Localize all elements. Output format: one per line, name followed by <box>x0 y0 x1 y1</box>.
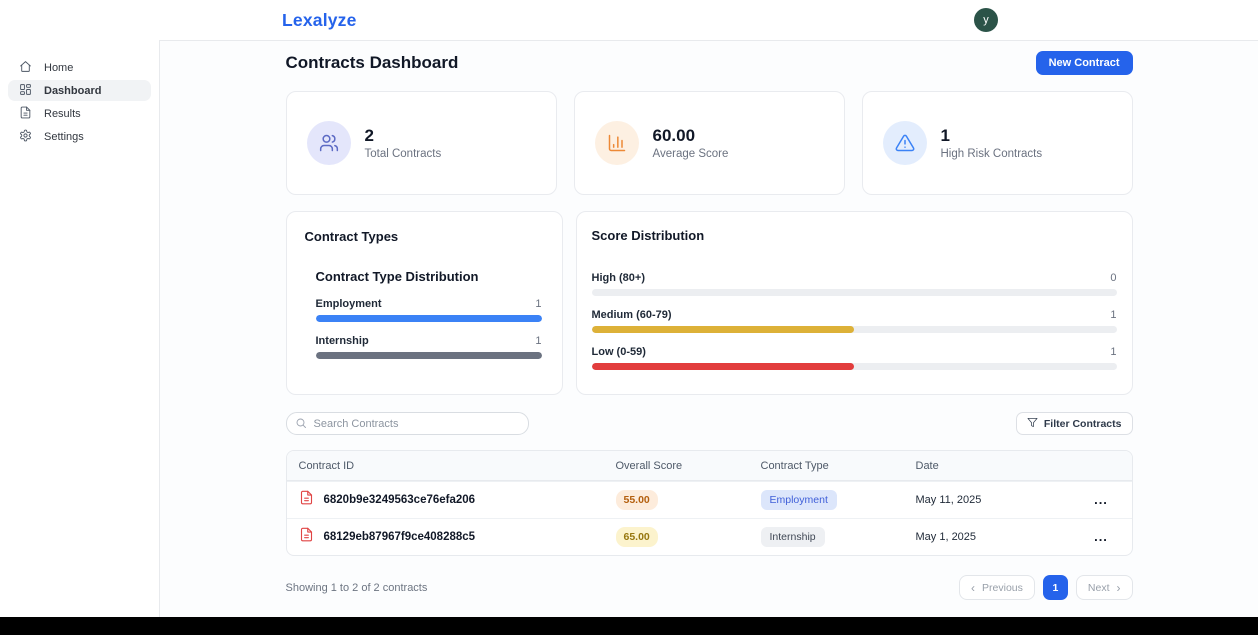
type-badge: Employment <box>761 490 837 510</box>
home-icon <box>19 60 32 76</box>
bar-row-internship: Internship 1 <box>316 335 542 359</box>
bar-track <box>316 352 542 359</box>
next-label: Next <box>1088 582 1110 594</box>
main-content: Contracts Dashboard New Contract 2 Total… <box>160 40 1258 617</box>
filter-contracts-button[interactable]: Filter Contracts <box>1016 412 1133 435</box>
bar-row-medium: Medium (60-79) 1 <box>592 309 1117 333</box>
column-header-overall-score: Overall Score <box>616 460 761 472</box>
previous-label: Previous <box>982 582 1023 594</box>
contract-id[interactable]: 6820b9e3249563ce76efa206 <box>324 494 476 506</box>
pagination: ‹ Previous 1 Next › <box>959 575 1132 600</box>
bar-value: 1 <box>535 298 541 310</box>
chevron-left-icon: ‹ <box>971 582 975 594</box>
contract-date: May 11, 2025 <box>916 494 1071 506</box>
bar-track <box>592 363 1117 370</box>
bar-label: Low (0-59) <box>592 346 646 358</box>
contract-file-icon <box>299 490 314 510</box>
new-contract-button[interactable]: New Contract <box>1036 51 1133 75</box>
bar-row-employment: Employment 1 <box>316 298 542 322</box>
column-header-date: Date <box>916 460 1071 472</box>
card-title: Contract Types <box>305 229 544 244</box>
bar-value: 1 <box>1110 309 1116 321</box>
dashboard-icon <box>19 83 32 99</box>
app-logo: Lexalyze <box>282 10 357 31</box>
bar-row-high: High (80+) 0 <box>592 272 1117 296</box>
type-badge: Internship <box>761 527 825 547</box>
bar-value: 0 <box>1110 272 1116 284</box>
sidebar-item-results[interactable]: Results <box>8 103 151 124</box>
filter-icon <box>1027 417 1038 431</box>
stat-card-high-risk: 1 High Risk Contracts <box>862 91 1133 195</box>
file-text-icon <box>19 106 32 122</box>
stat-label: High Risk Contracts <box>941 148 1043 160</box>
bar-label: High (80+) <box>592 272 645 284</box>
stat-value: 2 <box>365 126 442 146</box>
stat-label: Average Score <box>653 148 729 160</box>
chart-subtitle: Contract Type Distribution <box>316 269 542 284</box>
score-badge: 65.00 <box>616 527 658 547</box>
table-row[interactable]: 68129eb87967f9ce408288c5 65.00 Internshi… <box>287 518 1132 555</box>
card-title: Score Distribution <box>592 228 1117 243</box>
sidebar-item-label: Settings <box>44 131 84 143</box>
score-distribution-card: Score Distribution High (80+) 0 Medium (… <box>576 211 1133 395</box>
bar-track <box>316 315 542 322</box>
sidebar-item-dashboard[interactable]: Dashboard <box>8 80 151 101</box>
column-header-contract-id: Contract ID <box>287 460 616 472</box>
top-header: Lexalyze y <box>0 0 1258 40</box>
stat-card-total-contracts: 2 Total Contracts <box>286 91 557 195</box>
stat-card-average-score: 60.00 Average Score <box>574 91 845 195</box>
sidebar-item-home[interactable]: Home <box>8 57 151 78</box>
contract-date: May 1, 2025 <box>916 531 1071 543</box>
sidebar-item-label: Dashboard <box>44 85 101 97</box>
row-actions-menu-button[interactable]: ... <box>1094 530 1108 543</box>
contract-file-icon <box>299 527 314 547</box>
table-header: Contract ID Overall Score Contract Type … <box>287 451 1132 481</box>
filter-button-label: Filter Contracts <box>1044 418 1122 430</box>
page-title: Contracts Dashboard <box>286 53 459 73</box>
contract-id[interactable]: 68129eb87967f9ce408288c5 <box>324 531 476 543</box>
stat-cards: 2 Total Contracts 60.00 Average Score <box>286 91 1133 195</box>
next-page-button[interactable]: Next › <box>1076 575 1133 600</box>
stat-label: Total Contracts <box>365 148 442 160</box>
users-icon <box>307 121 351 165</box>
alert-triangle-icon <box>883 121 927 165</box>
stat-value: 60.00 <box>653 126 729 146</box>
search-input[interactable] <box>286 412 529 435</box>
gear-icon <box>19 129 32 145</box>
previous-page-button[interactable]: ‹ Previous <box>959 575 1035 600</box>
page-1-button[interactable]: 1 <box>1043 575 1068 600</box>
bar-track <box>592 326 1117 333</box>
column-header-contract-type: Contract Type <box>761 460 916 472</box>
user-avatar[interactable]: y <box>974 8 998 32</box>
row-actions-menu-button[interactable]: ... <box>1094 493 1108 506</box>
bar-row-low: Low (0-59) 1 <box>592 346 1117 370</box>
contracts-table: Contract ID Overall Score Contract Type … <box>286 450 1133 556</box>
table-row[interactable]: 6820b9e3249563ce76efa206 55.00 Employmen… <box>287 481 1132 518</box>
chevron-right-icon: › <box>1117 582 1121 594</box>
score-badge: 55.00 <box>616 490 658 510</box>
sidebar-item-settings[interactable]: Settings <box>8 126 151 147</box>
bar-value: 1 <box>535 335 541 347</box>
bar-label: Internship <box>316 335 369 347</box>
stat-value: 1 <box>941 126 1043 146</box>
bar-chart-icon <box>595 121 639 165</box>
contract-types-card: Contract Types Contract Type Distributio… <box>286 211 563 395</box>
sidebar-item-label: Home <box>44 62 73 74</box>
bar-label: Medium (60-79) <box>592 309 672 321</box>
bar-value: 1 <box>1110 346 1116 358</box>
sidebar-item-label: Results <box>44 108 81 120</box>
bar-track <box>592 289 1117 296</box>
bar-label: Employment <box>316 298 382 310</box>
results-summary: Showing 1 to 2 of 2 contracts <box>286 582 428 594</box>
bottom-bar <box>0 617 1258 635</box>
sidebar: Home Dashboard Results Settings <box>0 40 160 617</box>
